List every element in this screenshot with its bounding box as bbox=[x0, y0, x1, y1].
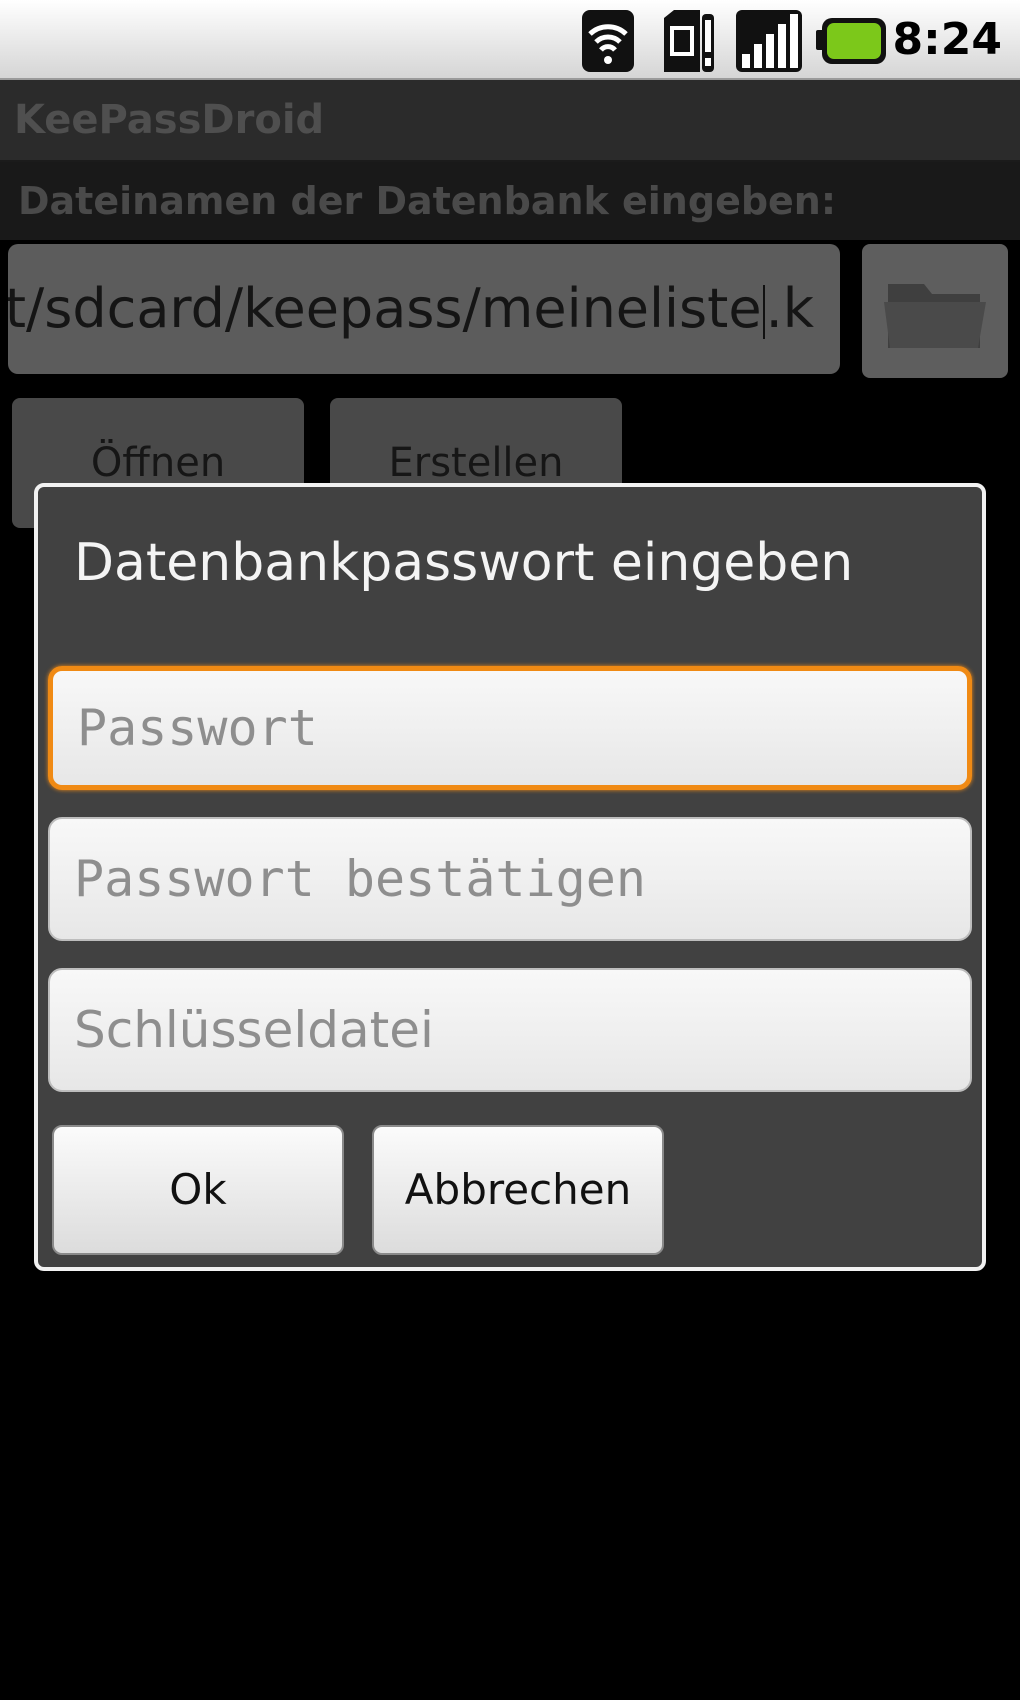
filename-prompt-bar: Dateinamen der Datenbank eingeben: bbox=[0, 162, 1020, 240]
status-bar: 8:24 bbox=[0, 0, 1020, 80]
keyfile-field[interactable] bbox=[48, 968, 972, 1092]
filename-input[interactable]: nt/sdcard/keepass/meineliste.k bbox=[8, 244, 840, 374]
battery-icon bbox=[816, 18, 886, 64]
browse-folder-button[interactable] bbox=[862, 244, 1008, 378]
password-dialog: Datenbankpasswort eingeben Ok Abbrechen bbox=[34, 483, 986, 1271]
password-confirm-field[interactable] bbox=[48, 817, 972, 941]
sim-alert-icon bbox=[664, 10, 714, 72]
password-field[interactable] bbox=[48, 666, 972, 790]
password-confirm-input[interactable] bbox=[50, 819, 970, 939]
folder-icon bbox=[884, 284, 986, 348]
text-caret bbox=[762, 285, 765, 340]
dialog-title: Datenbankpasswort eingeben bbox=[74, 533, 854, 593]
filename-prompt: Dateinamen der Datenbank eingeben: bbox=[18, 179, 837, 223]
password-input[interactable] bbox=[53, 671, 967, 785]
cancel-button[interactable]: Abbrechen bbox=[372, 1125, 664, 1255]
wifi-icon bbox=[582, 10, 634, 72]
clock: 8:24 bbox=[892, 14, 1002, 65]
app-title-bar: KeePassDroid bbox=[0, 80, 1020, 162]
app-title: KeePassDroid bbox=[14, 97, 325, 143]
filename-value: nt/sdcard/keepass/meineliste.k bbox=[8, 277, 814, 340]
ok-button[interactable]: Ok bbox=[52, 1125, 344, 1255]
signal-icon bbox=[736, 10, 802, 72]
keyfile-input[interactable] bbox=[50, 970, 970, 1090]
